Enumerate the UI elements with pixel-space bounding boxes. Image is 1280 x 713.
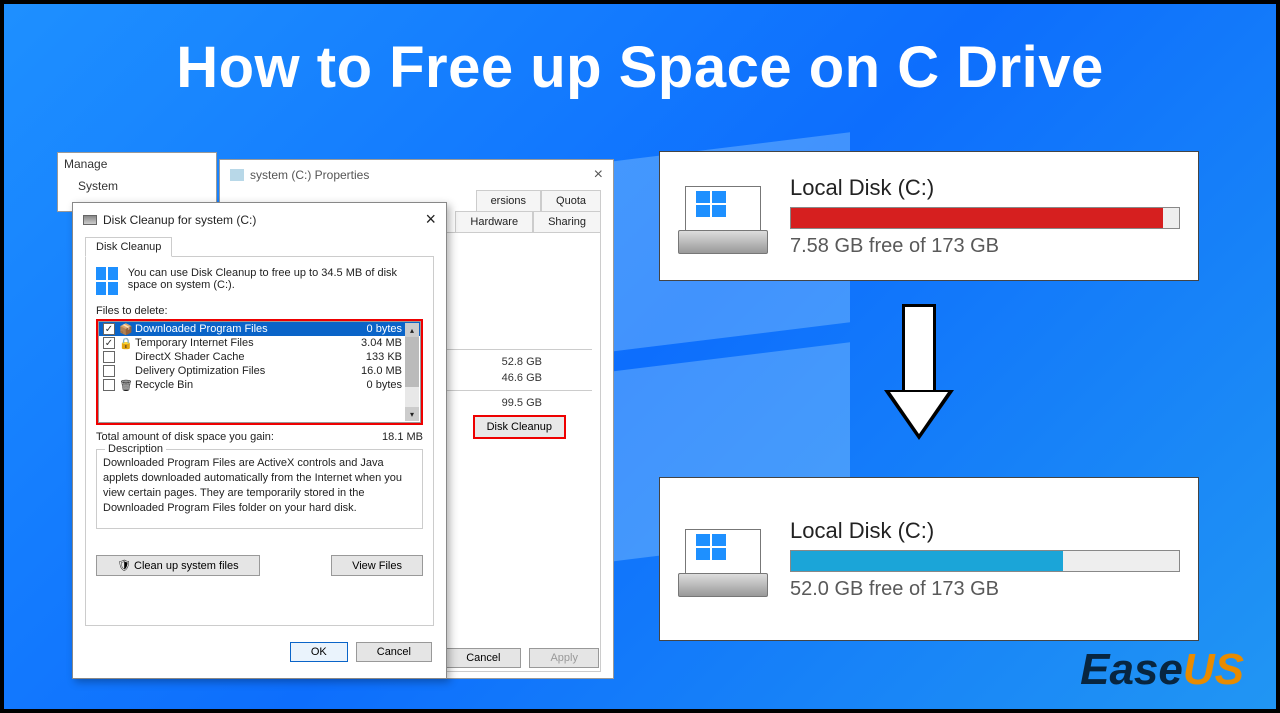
file-type-icon: 📦 (119, 323, 131, 335)
file-type-icon: 🗑 (119, 379, 131, 391)
files-list: ✓📦Downloaded Program Files0 bytes✓🔒Tempo… (96, 319, 423, 425)
checkbox[interactable]: ✓ (103, 337, 115, 349)
checkbox[interactable]: ✓ (103, 323, 115, 335)
drive-name: Local Disk (C:) (790, 518, 1180, 544)
drive-icon (230, 169, 244, 181)
drive-before-card: Local Disk (C:) 7.58 GB free of 173 GB (659, 151, 1199, 281)
scroll-up-icon[interactable]: ▴ (405, 323, 419, 337)
total-value: 18.1 MB (382, 431, 423, 443)
windows-icon (96, 267, 118, 295)
usage-bar (790, 550, 1180, 572)
disk-cleanup-title: Disk Cleanup for system (C:) (103, 213, 256, 227)
file-name: Recycle Bin (135, 379, 193, 391)
file-name: Delivery Optimization Files (135, 365, 265, 377)
file-type-icon: 🔒 (119, 337, 131, 349)
properties-title: system (C:) Properties (250, 168, 369, 182)
drive-after-card: Local Disk (C:) 52.0 GB free of 173 GB (659, 477, 1199, 641)
checkbox[interactable] (103, 365, 115, 377)
disk-cleanup-window: Disk Cleanup for system (C:) × Disk Clea… (72, 202, 447, 679)
description-label: Description (105, 442, 166, 457)
tab-sharing[interactable]: Sharing (533, 211, 601, 232)
manage-tab[interactable]: Manage (58, 153, 216, 175)
file-list-item[interactable]: Delivery Optimization Files16.0 MB (99, 364, 420, 378)
file-list-item[interactable]: 🗑Recycle Bin0 bytes (99, 378, 420, 392)
disk-cleanup-tab[interactable]: Disk Cleanup (85, 237, 172, 257)
scroll-thumb[interactable] (405, 337, 419, 387)
file-name: DirectX Shader Cache (135, 351, 244, 363)
drive-free-text: 52.0 GB free of 173 GB (790, 578, 1180, 601)
file-type-icon (119, 365, 131, 377)
checkbox[interactable] (103, 379, 115, 391)
cleanup-system-files-button[interactable]: 🛡 Clean up system files (96, 555, 260, 576)
tab-hardware[interactable]: Hardware (455, 211, 533, 232)
arrow-down-icon (884, 304, 954, 454)
drive-icon (678, 522, 768, 597)
cancel-button[interactable]: Cancel (356, 642, 432, 662)
ok-button[interactable]: OK (290, 642, 348, 662)
properties-apply-button[interactable]: Apply (529, 648, 599, 668)
drive-icon (83, 215, 97, 225)
file-type-icon (119, 351, 131, 363)
prop-gb-2: 99.5 GB (502, 397, 542, 409)
disk-cleanup-button[interactable]: Disk Cleanup (473, 415, 566, 439)
file-name: Downloaded Program Files (135, 323, 268, 335)
file-list-item[interactable]: ✓📦Downloaded Program Files0 bytes (99, 322, 420, 336)
file-name: Temporary Internet Files (135, 337, 254, 349)
close-icon[interactable]: × (425, 209, 436, 230)
files-to-delete-label: Files to delete: (96, 305, 423, 317)
prop-gb-1: 46.6 GB (502, 372, 542, 384)
brand-logo: EaseUS (1080, 645, 1244, 695)
drive-icon (678, 179, 768, 254)
tab-quota[interactable]: Quota (541, 190, 601, 211)
file-list-item[interactable]: DirectX Shader Cache133 KB (99, 350, 420, 364)
prop-gb-0: 52.8 GB (502, 356, 542, 368)
page-title: How to Free up Space on C Drive (4, 34, 1276, 101)
properties-cancel-button[interactable]: Cancel (445, 648, 521, 668)
checkbox[interactable] (103, 351, 115, 363)
scroll-down-icon[interactable]: ▾ (405, 407, 419, 421)
file-list-item[interactable]: ✓🔒Temporary Internet Files3.04 MB (99, 336, 420, 350)
drive-free-text: 7.58 GB free of 173 GB (790, 235, 1180, 258)
drive-name: Local Disk (C:) (790, 175, 1180, 201)
description-box: Description Downloaded Program Files are… (96, 449, 423, 529)
system-tab[interactable]: System (58, 175, 216, 197)
usage-bar (790, 207, 1180, 229)
scrollbar[interactable]: ▴ ▾ (405, 323, 419, 421)
cleanup-message: You can use Disk Cleanup to free up to 3… (128, 267, 423, 295)
view-files-button[interactable]: View Files (331, 555, 423, 576)
windows-dialog-stack: Manage System system (C:) Properties × e… (57, 152, 615, 679)
close-icon[interactable]: × (594, 166, 603, 184)
tab-versions[interactable]: ersions (476, 190, 541, 211)
description-text: Downloaded Program Files are ActiveX con… (103, 457, 402, 514)
